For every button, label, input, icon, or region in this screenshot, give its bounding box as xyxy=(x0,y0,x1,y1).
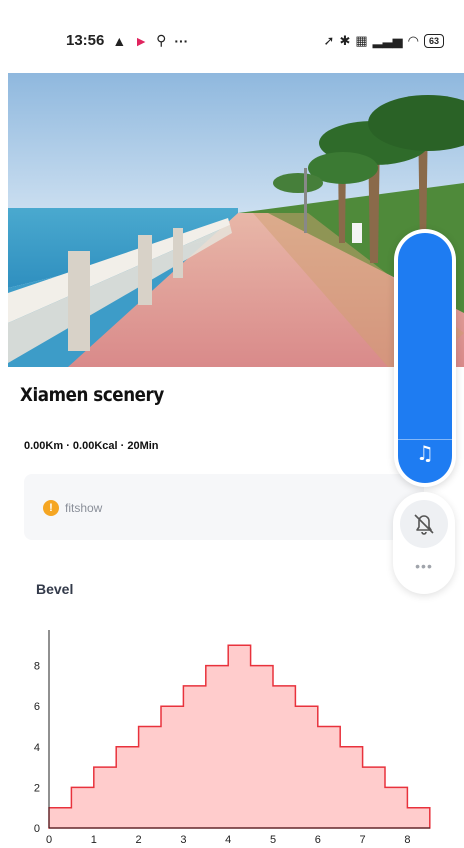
notice-card[interactable]: ! fitshow xyxy=(24,474,424,540)
course-title: Xiamen scenery xyxy=(20,384,164,406)
bluetooth-icon: ✱ xyxy=(339,33,351,48)
bell-control[interactable]: ••• xyxy=(393,492,455,594)
music-control[interactable]: ♫ xyxy=(394,229,456,487)
x-tick-label: 6 xyxy=(315,834,321,843)
location-icon: ➚ xyxy=(323,33,335,48)
x-tick-label: 7 xyxy=(360,834,366,843)
incline-area xyxy=(48,644,431,829)
bell-button[interactable] xyxy=(400,500,448,548)
more-icon: ··· xyxy=(174,32,189,49)
x-tick-label: 3 xyxy=(180,834,186,843)
y-tick-label: 2 xyxy=(34,782,40,794)
sim-icon: ▦ xyxy=(355,33,368,48)
wifi-icon: ◠ xyxy=(407,33,419,48)
battery-icon: 63 xyxy=(423,34,444,48)
x-tick-label: 2 xyxy=(136,834,142,843)
more-dots-icon[interactable]: ••• xyxy=(393,558,455,574)
warning-icon: ! xyxy=(43,500,59,516)
section-title: Bevel xyxy=(36,581,74,597)
incline-chart: 0 2 4 6 8 0 1 2 3 4 5 6 7 8 xyxy=(0,620,464,846)
x-tick-label: 8 xyxy=(404,834,410,843)
incline-chart-svg: 0 2 4 6 8 0 1 2 3 4 5 6 7 8 xyxy=(34,630,431,846)
x-tick-label: 1 xyxy=(91,834,97,843)
music-pill[interactable]: ♫ xyxy=(398,233,452,483)
music-note-icon[interactable]: ♫ xyxy=(398,441,452,465)
status-bar: 13:56 ▲ ► ⚲ ··· ➚ ✱ ▦ ▂▃▅ ◠ 63 xyxy=(0,0,464,80)
x-tick-label: 4 xyxy=(225,834,231,843)
x-tick-label: 0 xyxy=(46,834,52,843)
search-person-icon: ⚲ xyxy=(156,32,167,48)
clock: 13:56 xyxy=(66,32,105,49)
flag-icon: ► xyxy=(134,32,149,49)
warning-icon: ▲ xyxy=(112,32,127,49)
status-right: ➚ ✱ ▦ ▂▃▅ ◠ 63 xyxy=(324,33,444,49)
signal-icon: ▂▃▅ xyxy=(372,33,403,48)
status-left: 13:56 ▲ ► ⚲ ··· xyxy=(66,32,188,49)
y-tick-label: 0 xyxy=(34,823,40,835)
divider xyxy=(398,439,452,440)
notice-label: fitshow xyxy=(65,501,103,515)
bell-off-icon xyxy=(414,514,434,535)
y-tick-label: 8 xyxy=(34,661,40,673)
y-tick-label: 6 xyxy=(34,701,40,713)
x-tick-label: 5 xyxy=(270,834,276,843)
course-stats: 0.00Km · 0.00Kcal · 20Min xyxy=(24,440,159,452)
y-tick-label: 4 xyxy=(34,742,40,754)
